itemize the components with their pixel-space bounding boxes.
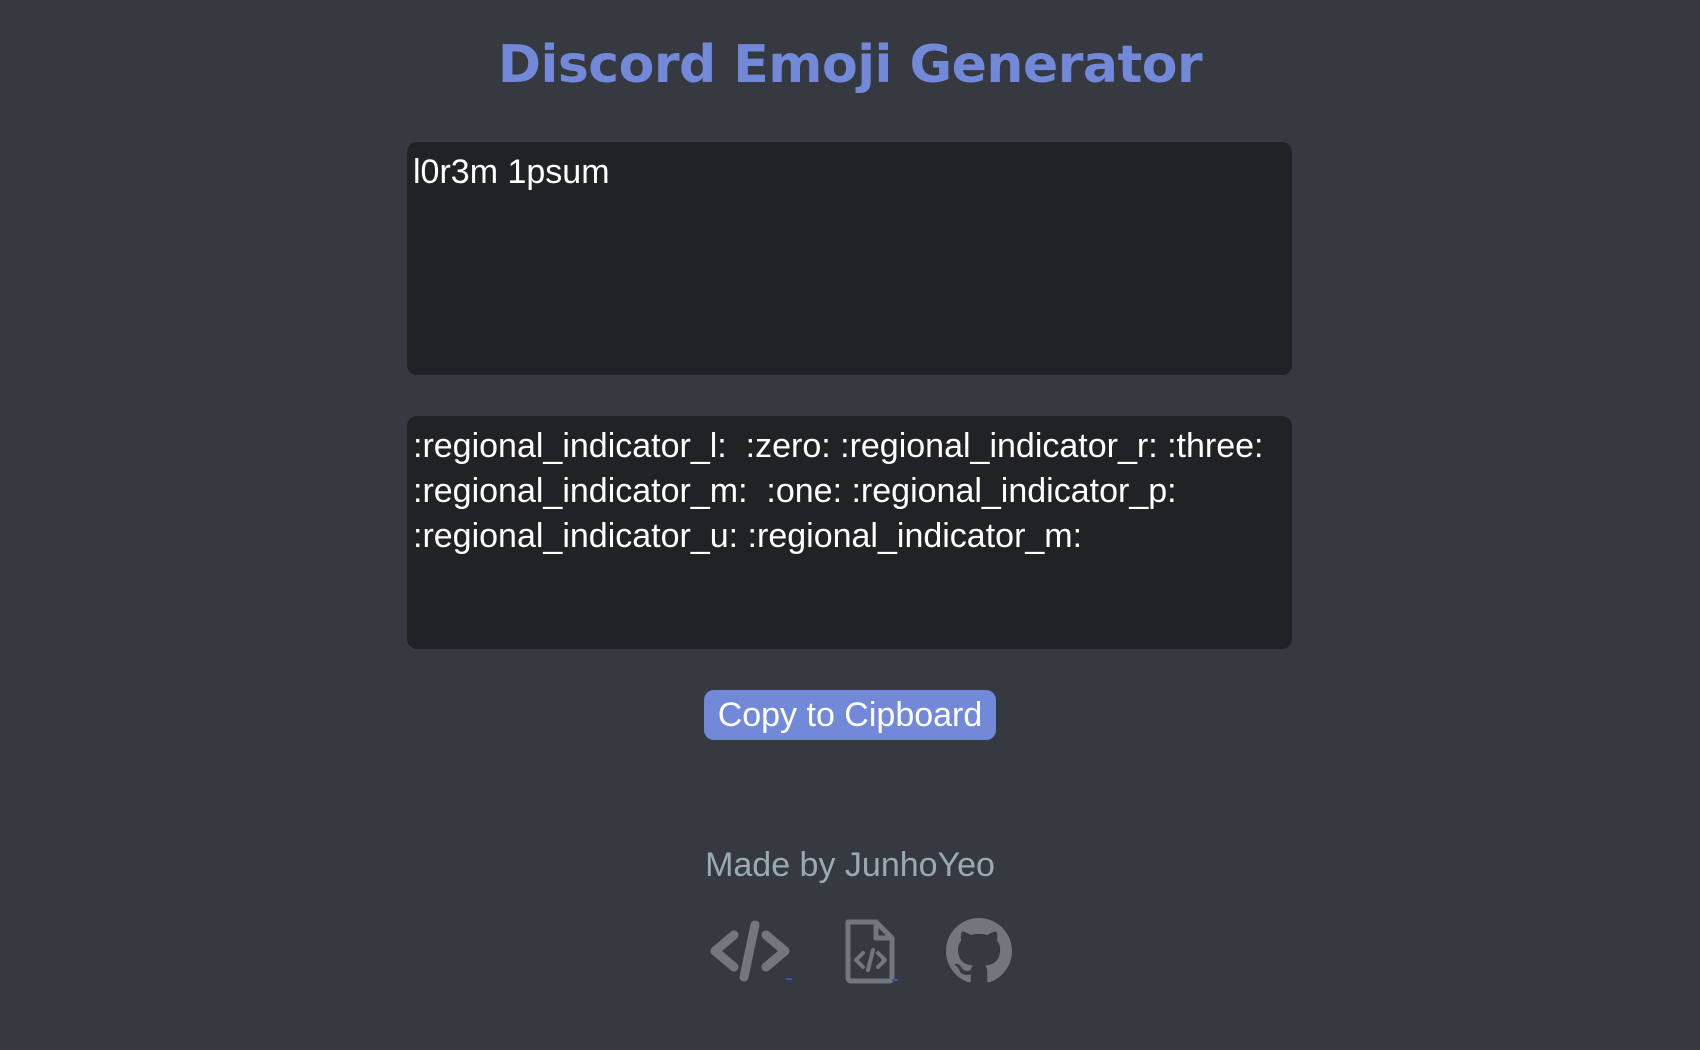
github-icon	[946, 918, 1012, 983]
code-link[interactable]	[706, 918, 796, 984]
emoji-output[interactable]: :regional_indicator_l: :zero: :regional_…	[407, 416, 1292, 649]
credit-text: Made by JunhoYeo	[705, 846, 995, 884]
copy-to-clipboard-button[interactable]: Copy to Cipboard	[704, 690, 996, 740]
text-input[interactable]: l0r3m 1psum	[407, 142, 1292, 375]
source-file-link[interactable]	[840, 918, 906, 984]
code-icon	[710, 920, 792, 982]
file-code-icon	[845, 919, 898, 984]
page: Discord Emoji Generator l0r3m 1psum :reg…	[0, 0, 1700, 1050]
github-link[interactable]	[946, 918, 1012, 984]
page-title: Discord Emoji Generator	[497, 35, 1203, 95]
